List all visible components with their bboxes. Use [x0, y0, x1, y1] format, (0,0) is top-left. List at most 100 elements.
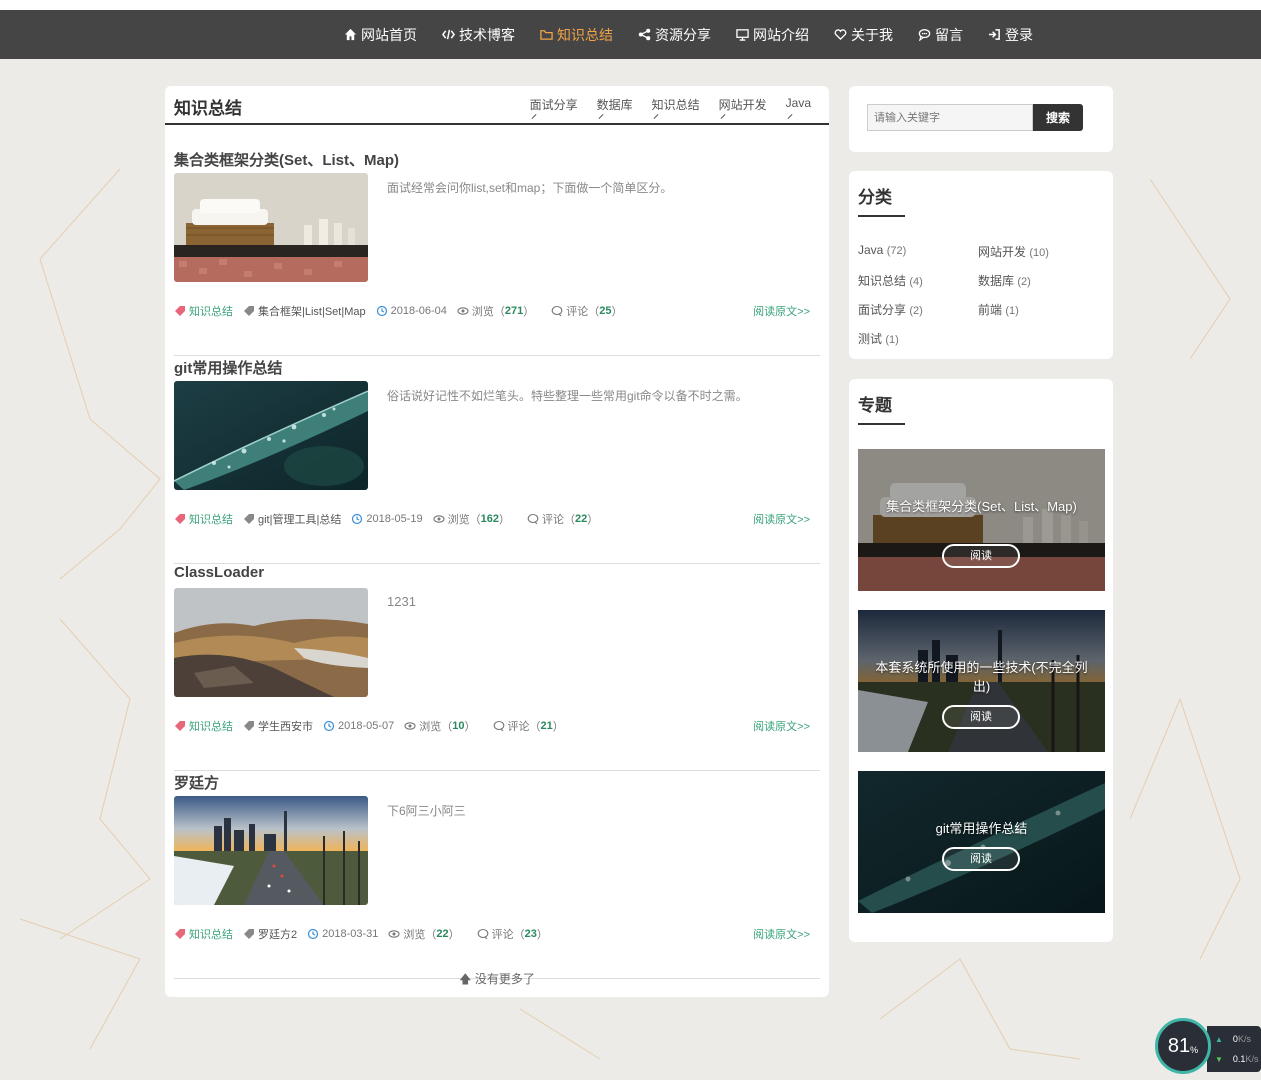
post-category[interactable]: 知识总结: [174, 511, 233, 527]
nav-item-tech-blog[interactable]: 技术博客: [441, 25, 515, 45]
category-tag-icon: [174, 928, 186, 940]
topic-read-button[interactable]: 阅读: [942, 705, 1020, 729]
tab-web-dev[interactable]: 网站开发: [719, 96, 767, 113]
post-thumbnail[interactable]: [174, 796, 368, 905]
page-title: 知识总结: [174, 99, 242, 118]
category-count: (2): [909, 305, 923, 317]
download-speed: ▼ 0.1 K/s: [1215, 1054, 1258, 1064]
post-title[interactable]: git常用操作总结: [174, 357, 282, 378]
post-tags[interactable]: git|管理工具|总结: [243, 511, 341, 527]
post-excerpt: 面试经常会问你list,set和map；下面做一个简单区分。: [387, 181, 673, 195]
topic-widget-title: 专题: [858, 396, 892, 415]
post-date-label: 2018-06-04: [390, 305, 447, 317]
post-comments: 评论（25）: [551, 303, 623, 319]
comment-bubble-icon: [493, 720, 505, 732]
read-more-link[interactable]: 阅读原文>>: [753, 511, 810, 527]
nav-item-resources[interactable]: 资源分享: [637, 25, 711, 45]
folder-icon: [539, 28, 553, 42]
category-item-interview[interactable]: 面试分享 (2): [858, 301, 978, 318]
arrow-up-icon: ▲: [1215, 1034, 1223, 1044]
post-date: 2018-06-04: [376, 305, 447, 317]
topic-read-button[interactable]: 阅读: [942, 847, 1020, 871]
nav-item-home[interactable]: 网站首页: [343, 25, 417, 45]
post-thumbnail[interactable]: [174, 381, 368, 490]
post-views-count: 271: [504, 305, 524, 317]
tag-icon: [243, 720, 255, 732]
tab-java[interactable]: Java: [786, 96, 811, 113]
read-more-link[interactable]: 阅读原文>>: [753, 926, 810, 942]
read-more-link[interactable]: 阅读原文>>: [753, 303, 810, 319]
post-tags[interactable]: 集合框架|List|Set|Map: [243, 303, 366, 319]
tab-interview[interactable]: 面试分享: [530, 96, 578, 113]
memory-percent: 81: [1167, 1034, 1191, 1057]
comment-bubble-icon: [551, 305, 563, 317]
category-item-knowledge[interactable]: 知识总结 (4): [858, 272, 978, 289]
top-navbar: 网站首页 技术博客 知识总结 资源分享 网站介绍 关于我 留言 登录: [0, 10, 1261, 59]
topic-overlay: [858, 449, 1105, 591]
post-tags[interactable]: 罗廷方2: [243, 926, 297, 942]
post-comments-count: 22: [574, 513, 588, 525]
topic-card[interactable]: 本套系统所使用的一些技术(不完全列出) 阅读: [858, 610, 1105, 752]
arrow-up-icon: 🡅: [459, 972, 472, 986]
network-speed-panel: ▲ 0 K/s ▼ 0.1 K/s: [1207, 1026, 1261, 1072]
post-item: 集合类框架分类(Set、List、Map) 面试经常会问你list,set和ma…: [174, 149, 820, 356]
post-category[interactable]: 知识总结: [174, 303, 233, 319]
nav-item-knowledge[interactable]: 知识总结: [539, 25, 613, 45]
topic-read-button[interactable]: 阅读: [942, 544, 1020, 568]
post-comments-count: 23: [524, 928, 537, 940]
post-tags-label: 罗廷方2: [258, 929, 298, 941]
post-title[interactable]: 集合类框架分类(Set、List、Map): [174, 149, 399, 170]
nav-item-site-intro[interactable]: 网站介绍: [735, 25, 809, 45]
post-thumbnail[interactable]: [174, 588, 368, 697]
topic-title: 本套系统所使用的一些技术(不完全列出): [875, 660, 1088, 694]
eye-icon: [457, 305, 469, 317]
post-tags[interactable]: 学生西安市: [243, 718, 313, 734]
category-count: (4): [909, 276, 923, 288]
nav-item-about[interactable]: 关于我: [833, 25, 893, 45]
post-views-count: 22: [436, 928, 449, 940]
category-name: 测试: [858, 332, 883, 346]
category-tag-icon: [174, 513, 186, 525]
top-strip: [0, 0, 1261, 10]
category-tabs: 面试分享 数据库 知识总结 网站开发 Java: [511, 96, 811, 113]
tab-knowledge[interactable]: 知识总结: [652, 96, 700, 113]
search-input[interactable]: [867, 104, 1033, 131]
search-button[interactable]: 搜索: [1033, 104, 1083, 131]
nav-item-label: 登录: [1005, 26, 1033, 43]
post-category[interactable]: 知识总结: [174, 926, 233, 942]
clock-icon: [307, 928, 319, 940]
category-item-java[interactable]: Java (72): [858, 243, 978, 260]
category-item-test[interactable]: 测试 (1): [858, 330, 978, 347]
comment-bubble-icon: [477, 928, 489, 940]
read-more-link[interactable]: 阅读原文>>: [753, 718, 810, 734]
post-thumbnail[interactable]: [174, 173, 368, 282]
post-item: ClassLoader 1231 知识总结 学生西安市 2018-05-07 浏…: [174, 564, 820, 771]
nav-item-message[interactable]: 留言: [917, 25, 963, 45]
post-meta: 知识总结 git|管理工具|总结 2018-05-19 浏览（162） 评论（2…: [174, 511, 820, 527]
post-category[interactable]: 知识总结: [174, 718, 233, 734]
category-widget-title: 分类: [858, 188, 892, 207]
topic-card[interactable]: git常用操作总结 阅读: [858, 771, 1105, 913]
post-comments-label: 评论: [541, 514, 564, 526]
nav-item-label: 留言: [935, 26, 963, 43]
category-item-frontend[interactable]: 前端 (1): [978, 301, 1098, 318]
post-views-label: 浏览: [471, 306, 494, 318]
post-date: 2018-03-31: [307, 928, 378, 940]
topic-card[interactable]: 集合类框架分类(Set、List、Map) 阅读: [858, 449, 1105, 591]
category-item-database[interactable]: 数据库 (2): [978, 272, 1098, 289]
category-item-web-dev[interactable]: 网站开发 (10): [978, 243, 1098, 260]
tag-icon: [243, 513, 255, 525]
no-more-indicator: 🡅 没有更多了: [165, 970, 829, 991]
category-count: (72): [886, 245, 907, 257]
system-monitor-widget[interactable]: ▲ 0 K/s ▼ 0.1 K/s 81%: [1155, 1018, 1261, 1080]
post-title[interactable]: ClassLoader: [174, 564, 264, 581]
post-date: 2018-05-07: [323, 720, 394, 732]
eye-icon: [404, 720, 416, 732]
post-title[interactable]: 罗廷方: [174, 772, 219, 793]
post-comments-label: 评论: [566, 306, 589, 318]
search-widget: 搜索: [849, 86, 1113, 152]
upload-speed: ▲ 0 K/s: [1215, 1034, 1251, 1044]
tab-database[interactable]: 数据库: [597, 96, 633, 113]
share-icon: [637, 28, 651, 42]
nav-item-login[interactable]: 登录: [987, 25, 1033, 45]
